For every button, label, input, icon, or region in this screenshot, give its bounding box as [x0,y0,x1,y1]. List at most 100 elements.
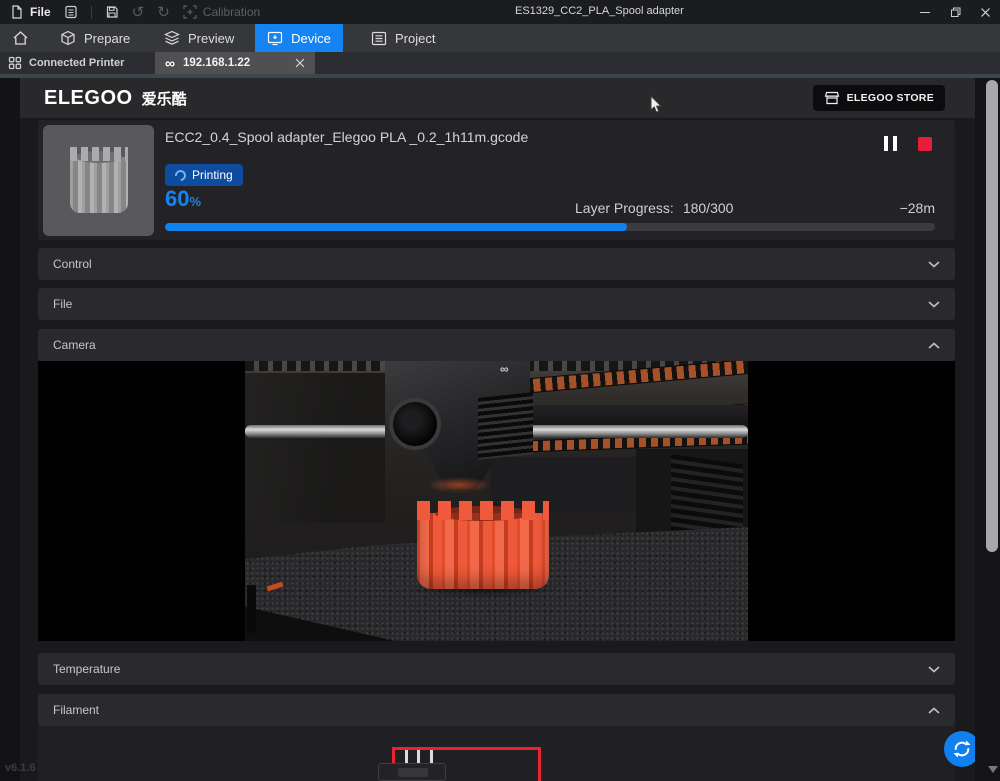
file-menu-label: File [30,5,51,19]
printer-left-panel [245,373,385,523]
toolbar-divider [91,6,92,19]
app-window: File ↺ ↻ Calibration ES1329_CC2_PLA_Spoo… [0,0,1000,781]
mouse-cursor [650,95,664,120]
save-button[interactable] [105,5,119,19]
layer-progress-label: Layer Progress: [575,200,674,216]
project-list-icon [371,31,387,46]
tab-preview-label: Preview [188,31,234,46]
layers-icon [164,30,180,46]
status-badge-label: Printing [192,168,233,182]
tab-close-button[interactable] [295,58,305,68]
maximize-icon [950,7,961,18]
printer-ip-tab[interactable]: ∞ 192.168.1.22 [155,52,315,74]
panel-temperature[interactable]: Temperature [38,653,955,685]
box-icon [60,30,76,46]
home-icon [12,30,29,46]
bed-edge-label [247,585,256,633]
vertical-scrollbar[interactable] [975,78,1000,781]
status-badge: Printing [165,164,243,186]
scrollbar-thumb[interactable] [986,80,998,552]
sync-icon [952,739,972,759]
elegoo-store-button[interactable]: ELEGOO STORE [813,85,945,111]
gcode-filename: ECC2_0.4_Spool adapter_Elegoo PLA _0.2_1… [165,129,528,145]
toolhead-heatsink [478,392,533,460]
stop-button[interactable] [918,137,932,151]
document-icon [64,5,78,19]
chevron-up-icon [928,342,940,349]
panel-filament[interactable]: Filament [38,694,955,726]
calibration-icon [183,5,197,19]
printed-object [417,501,549,589]
close-icon [295,58,305,68]
undo-icon: ↺ [132,5,145,20]
file-menu[interactable]: File [10,5,51,19]
grid-icon [8,56,22,70]
chevron-down-icon [928,666,940,673]
home-tab[interactable] [12,24,29,52]
filament-diagram [38,726,955,781]
tab-project[interactable]: Project [371,24,435,52]
tube-connector [417,750,420,763]
connected-printer-label[interactable]: Connected Printer [8,52,124,74]
progress-bar-fill [165,223,627,231]
storefront-icon [824,91,840,105]
minimize-button[interactable] [910,0,940,24]
pause-button[interactable] [884,136,897,151]
connected-printer-text: Connected Printer [29,57,124,69]
window-title: ES1329_CC2_PLA_Spool adapter [515,5,684,17]
panel-file[interactable]: File [38,288,955,320]
chevron-up-icon [928,707,940,714]
chevron-down-icon [928,301,940,308]
save-icon [105,5,119,19]
filament-hub-device [378,763,446,781]
maximize-button[interactable] [940,0,970,24]
layer-progress-value: 180/300 [683,200,734,216]
camera-feed: ∞ [245,361,748,641]
print-job-card: ECC2_0.4_Spool adapter_Elegoo PLA _0.2_1… [38,120,955,240]
tube-connector [405,750,408,763]
tab-device-label: Device [291,31,331,46]
store-button-label: ELEGOO STORE [847,92,934,104]
progress-percent: 60 % [165,188,201,210]
tab-prepare[interactable]: Prepare [60,24,130,52]
tab-device-active[interactable]: Device [255,24,343,52]
tube-connector [430,750,433,763]
file-page-icon [10,5,24,19]
calibration-button[interactable]: Calibration [183,5,260,19]
elegoo-mark-icon: ∞ [165,56,175,70]
device-monitor-icon [267,31,283,46]
redo-icon: ↻ [157,5,170,20]
filament-tube-path [392,747,541,750]
chevron-down-icon [928,261,940,268]
printing-spinner-icon [173,167,188,182]
close-button[interactable] [970,0,1000,24]
camera-feed-container: ∞ [38,361,955,641]
hub-screen [398,768,428,777]
elegoo-logo: ELEGOO 爱乐酷 [44,87,187,110]
scrollbar-down-arrow[interactable] [988,766,998,773]
nozzle-glow [427,477,491,493]
page-header: ELEGOO 爱乐酷 ELEGOO STORE [20,78,975,118]
model-thumbnail [43,125,154,236]
calibration-label: Calibration [203,5,260,19]
main-nav: Prepare Preview Device Project [0,24,1000,52]
notes-button[interactable] [64,5,78,19]
tab-prepare-label: Prepare [84,31,130,46]
tab-preview[interactable]: Preview [164,24,234,52]
layer-progress: Layer Progress: 180/300 [575,200,733,216]
printer-tab-strip: Connected Printer ∞ 192.168.1.22 [0,52,1000,74]
close-icon [980,7,991,18]
progress-bar [165,223,935,231]
pause-icon [884,136,888,151]
minimize-icon [920,12,930,13]
undo-button[interactable]: ↺ [132,5,145,20]
printer-ip-label: 192.168.1.22 [183,57,250,69]
panel-camera[interactable]: Camera [38,329,955,361]
time-remaining: −28m [900,200,935,216]
brand-name: ELEGOO [44,87,133,110]
brand-name-cn: 爱乐酷 [142,88,187,109]
title-bar: File ↺ ↻ Calibration ES1329_CC2_PLA_Spoo… [0,0,1000,24]
toolhead-logo: ∞ [500,362,509,376]
panel-control[interactable]: Control [38,248,955,280]
redo-button[interactable]: ↻ [157,5,170,20]
